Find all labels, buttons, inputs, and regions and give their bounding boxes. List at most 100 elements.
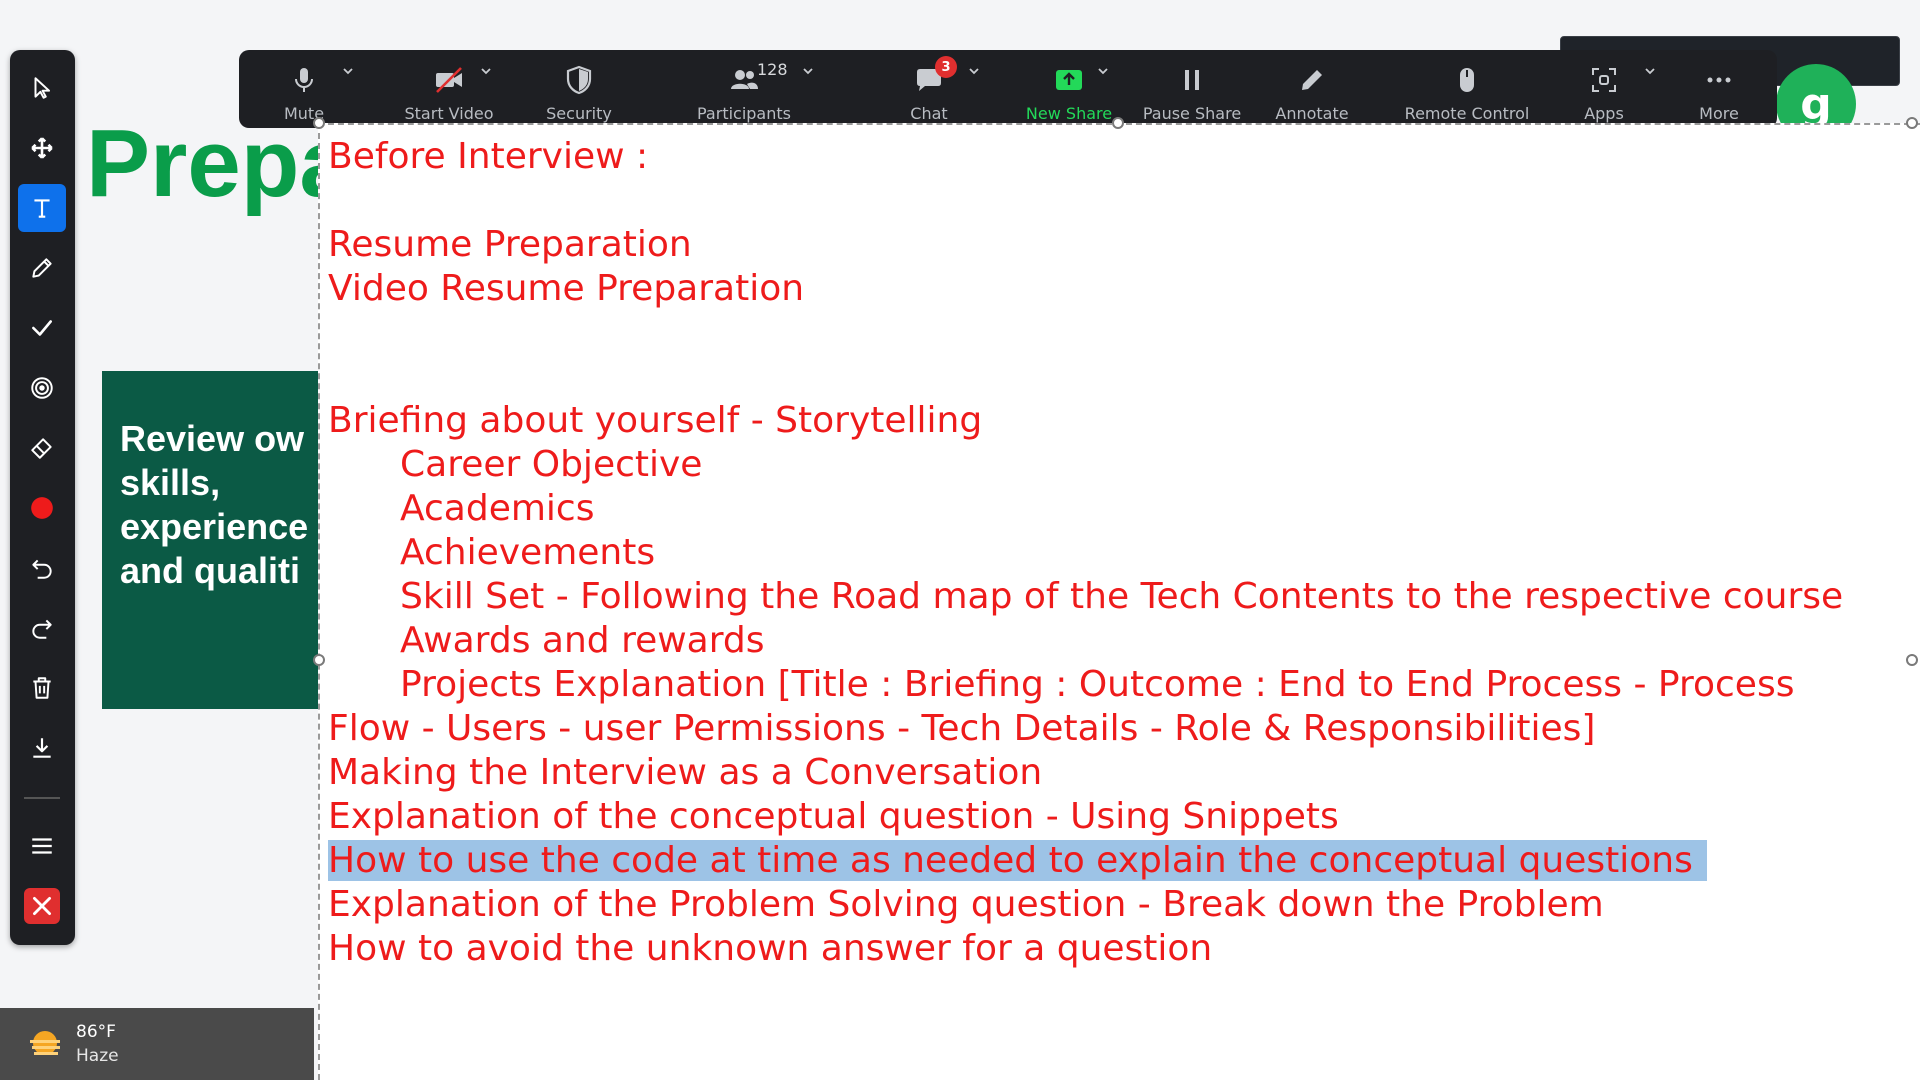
toolbar-divider [24,797,60,799]
stamp-tool[interactable] [18,304,66,352]
red-dot-icon [31,497,53,519]
annotation-line: Explanation of the conceptual question -… [328,795,1920,839]
annotation-line-text: Video Resume Preparation [328,268,805,309]
color-tool[interactable] [18,484,66,532]
annotation-line: Academics [328,487,1920,531]
annotation-line-text: Career Objective [400,444,703,485]
annotation-line: Awards and rewards [328,619,1920,663]
annotation-line: Skill Set - Following the Road map of th… [328,575,1920,619]
more-dots-icon [1699,62,1739,98]
text-tool[interactable] [18,184,66,232]
spotlight-icon [31,377,53,399]
weather-temperature[interactable]: 86°F [76,1022,116,1042]
app-logo-letter: g [1800,78,1832,130]
chat-label: Chat [910,104,948,123]
participants-label: Participants [697,104,791,123]
annotation-line-highlighted: How to use the code at time as needed to… [328,839,1920,883]
annotation-line-text: How to avoid the unknown answer for a qu… [328,928,1213,969]
trash-icon [33,677,51,699]
chat-button[interactable]: 3 Chat [879,50,979,128]
microphone-icon [284,62,324,98]
pause-share-label: Pause Share [1142,104,1242,123]
annotation-line: Projects Explanation [Title : Briefing :… [328,663,1920,707]
weather-condition[interactable]: Haze [76,1046,119,1066]
security-label: Security [546,104,612,123]
apps-label: Apps [1584,104,1624,123]
move-tool[interactable] [18,124,66,172]
share-options-chevron-icon[interactable] [1096,64,1110,78]
resize-handle-top-left[interactable] [313,117,325,129]
resize-handle-middle-right[interactable] [1906,654,1918,666]
participant-count: 128 [757,60,788,79]
annotation-line-text: Skill Set - Following the Road map of th… [400,576,1844,617]
meeting-controls-bar: Mute Start Video Security Participants 1… [239,50,1777,128]
remote-control-label: Remote Control [1404,104,1530,123]
video-off-icon [429,62,469,98]
security-button[interactable]: Security [524,50,634,128]
annotation-line-text: Resume Preparation [328,224,692,265]
annotation-line [328,355,1920,399]
new-share-label: New Share [1025,104,1113,123]
apps-chevron-icon[interactable] [1643,64,1657,78]
pencil-icon [32,258,52,278]
mute-options-chevron-icon[interactable] [341,64,355,78]
close-annotation-tool[interactable] [18,882,66,930]
annotation-text-lines: Before Interview : Resume Preparation Vide… [328,135,1920,971]
new-share-button[interactable]: New Share [1004,50,1134,128]
annotation-line: Achievements [328,531,1920,575]
annotation-line: How to avoid the unknown answer for a qu… [328,927,1920,971]
haze-sun-icon[interactable] [26,1026,64,1064]
participants-button[interactable]: Participants [659,50,829,128]
hamburger-menu-icon [32,838,52,854]
annotation-toolbar [10,50,75,945]
more-label: More [1699,104,1739,123]
video-options-chevron-icon[interactable] [479,64,493,78]
more-button[interactable]: More [1674,50,1764,128]
resize-handle-top-center[interactable] [1112,117,1124,129]
annotation-line-text: Academics [400,488,595,529]
draw-tool[interactable] [18,244,66,292]
resize-handle-middle-left[interactable] [313,654,325,666]
annotation-line [328,179,1920,223]
annotate-pencil-icon [1292,62,1332,98]
slide-title: Prepa [86,110,353,217]
annotation-line: Before Interview : [328,135,1920,179]
annotation-line: Video Resume Preparation [328,267,1920,311]
clear-tool[interactable] [18,664,66,712]
mute-button[interactable]: Mute [259,50,349,128]
redo-icon [32,619,52,639]
save-tool[interactable] [18,724,66,772]
annotation-line: Explanation of the Problem Solving quest… [328,883,1920,927]
menu-tool[interactable] [18,822,66,870]
slide-green-card: Review ow skills, experience and qualiti [102,371,342,709]
share-screen-icon [1049,62,1089,98]
participants-chevron-icon[interactable] [801,64,815,78]
chat-options-chevron-icon[interactable] [967,64,981,78]
apps-icon [1584,62,1624,98]
select-tool[interactable] [18,64,66,112]
annotation-line: Briefing about yourself - Storytelling [328,399,1920,443]
annotation-line-text: How to use the code at time as needed to… [328,840,1707,881]
annotation-text-box[interactable]: Before Interview : Resume Preparation Vide… [318,123,1920,1080]
undo-tool[interactable] [18,544,66,592]
annotate-button[interactable]: Annotate [1257,50,1367,128]
pointer-arrow-icon [34,77,51,99]
annotation-line-text: Briefing about yourself - Storytelling [328,400,983,441]
pause-share-button[interactable]: Pause Share [1132,50,1252,128]
eraser-icon [31,438,52,459]
redo-tool[interactable] [18,604,66,652]
remote-control-button[interactable]: Remote Control [1382,50,1552,128]
annotation-line-text: Awards and rewards [400,620,765,661]
annotation-line: Making the Interview as a Conversation [328,751,1920,795]
annotation-line-text: Before Interview : [328,136,649,177]
annotation-line-text: Flow - Users - user Permissions - Tech D… [328,708,1596,749]
checkmark-icon [32,320,52,336]
annotation-line: Resume Preparation [328,223,1920,267]
apps-button[interactable]: Apps [1559,50,1649,128]
download-icon [33,738,51,758]
spotlight-tool[interactable] [18,364,66,412]
start-video-button[interactable]: Start Video [379,50,519,128]
resize-handle-top-right[interactable] [1906,117,1918,129]
eraser-tool[interactable] [18,424,66,472]
chat-unread-badge: 3 [935,56,957,78]
